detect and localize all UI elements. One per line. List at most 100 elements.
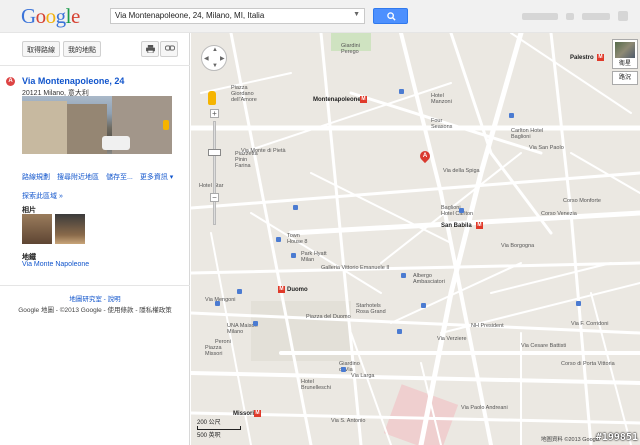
photo-thumbnail[interactable] xyxy=(55,214,85,244)
map-label: Via S. Antonio xyxy=(331,418,366,424)
poi-icon[interactable] xyxy=(341,367,346,372)
place-actions: 路線規劃 搜尋附近地區 儲存至... 更多資訊 ▾ xyxy=(22,172,173,182)
map-label: Duomo xyxy=(287,287,308,293)
map-label: Piazza Missori xyxy=(205,345,223,357)
footer-copyright[interactable]: Google 地圖 - ©2013 Google - 使用條款 - 隱私權政策 xyxy=(0,304,190,314)
poi-icon[interactable] xyxy=(421,303,426,308)
avatar[interactable] xyxy=(618,11,628,21)
map-label: Via della Spiga xyxy=(443,168,480,174)
poi-icon[interactable] xyxy=(459,208,464,213)
map-label: Starhotels Rosa Grand xyxy=(356,303,386,315)
map-canvas[interactable]: Giardini Perego Palestro M Piazza Giorda… xyxy=(191,33,640,445)
satellite-button[interactable]: 衛星 xyxy=(612,39,638,69)
zoom-slider-track[interactable] xyxy=(213,121,216,225)
footer-links[interactable]: 地圖研究室 - 說明 xyxy=(0,293,190,303)
scale-metric: 200 公尺 xyxy=(197,420,221,426)
chevron-down-icon[interactable]: ▼ xyxy=(353,11,360,18)
logo-letter: o xyxy=(35,4,47,28)
pan-up-icon[interactable]: ▲ xyxy=(212,47,218,53)
search-button[interactable] xyxy=(373,8,408,24)
metro-icon[interactable]: M xyxy=(476,222,483,229)
street-view-thumbnail[interactable] xyxy=(22,96,172,154)
transit-station-link[interactable]: Via Monte Napoleone xyxy=(22,261,89,268)
map-copyright[interactable]: 地圖資料 ©2013 Google xyxy=(541,435,600,443)
map-label: Via F. Corridoni xyxy=(571,321,609,327)
account-name[interactable] xyxy=(522,12,558,20)
account-area[interactable] xyxy=(522,11,628,21)
satellite-label: 衛星 xyxy=(618,61,631,67)
share-button[interactable] xyxy=(582,12,610,20)
metro-icon[interactable]: M xyxy=(597,54,604,61)
search-input-value: Via Montenapoleone, 24, Milano, MI, Ital… xyxy=(115,11,265,20)
metro-icon[interactable]: M xyxy=(278,286,285,293)
poi-icon[interactable] xyxy=(237,289,242,294)
map-label: Via Verziere xyxy=(437,336,467,342)
map-label: Montenapoleone xyxy=(313,97,361,103)
pegman-icon[interactable] xyxy=(208,91,216,105)
zoom-control[interactable]: + − xyxy=(208,109,221,237)
map-label: Hotel Brunelleschi xyxy=(301,379,331,391)
map-label: Corso Venezia xyxy=(541,211,577,217)
poi-icon[interactable] xyxy=(291,253,296,258)
map-label: Palestro xyxy=(570,55,594,61)
more-info-link[interactable]: 更多資訊 ▾ xyxy=(140,172,173,182)
poi-icon[interactable] xyxy=(293,205,298,210)
my-places-button[interactable]: 我的地點 xyxy=(63,41,101,57)
logo-letter: G xyxy=(21,4,36,28)
logo-letter: o xyxy=(45,4,57,28)
poi-icon[interactable] xyxy=(509,113,514,118)
poi-icon[interactable] xyxy=(215,301,220,306)
search-nearby-link[interactable]: 搜尋附近地區 xyxy=(57,172,99,182)
pan-left-icon[interactable]: ◀ xyxy=(204,55,209,62)
map-label: Piazzetta Pinin Farina xyxy=(235,151,258,169)
map-label: Via Borgogna xyxy=(501,243,535,249)
place-marker-icon[interactable]: A xyxy=(6,77,15,86)
pegman-icon xyxy=(163,120,169,130)
map-label: Hotel Manzoni xyxy=(431,93,452,105)
map-label: Via San Paolo xyxy=(529,145,564,151)
directions-link[interactable]: 路線規劃 xyxy=(22,172,50,182)
logo-letter: g xyxy=(55,4,67,28)
map-label: San Babila xyxy=(441,223,472,229)
pan-right-icon[interactable]: ▶ xyxy=(220,55,225,62)
divider xyxy=(0,285,190,286)
apps-icon[interactable] xyxy=(566,12,574,20)
map-type-control: 衛星 路況 xyxy=(612,39,638,85)
watermark: #199851 xyxy=(595,432,638,443)
street-view-building xyxy=(22,101,67,154)
link-button[interactable] xyxy=(160,41,178,57)
google-logo[interactable]: Google xyxy=(21,4,80,29)
poi-icon[interactable] xyxy=(401,273,406,278)
zoom-in-button[interactable]: + xyxy=(210,109,219,118)
map-label: Town House 8 xyxy=(287,233,308,245)
metro-icon[interactable]: M xyxy=(254,410,261,417)
poi-icon[interactable] xyxy=(399,89,404,94)
search-input[interactable]: Via Montenapoleone, 24, Milano, MI, Ital… xyxy=(110,8,365,24)
left-panel: 取得路線 我的地點 A Via Montenapoleone, 24 20121… xyxy=(0,33,190,445)
zoom-slider-knob[interactable] xyxy=(208,149,221,156)
map-label: Via Paolo Andreani xyxy=(461,405,508,411)
place-title[interactable]: Via Montenapoleone, 24 xyxy=(22,76,124,86)
pan-down-icon[interactable]: ▼ xyxy=(212,63,218,69)
zoom-out-button[interactable]: − xyxy=(210,193,219,202)
explore-area-link[interactable]: 探索此區域 » xyxy=(22,191,63,201)
map-label: Via Cesare Battisti xyxy=(521,343,567,349)
traffic-button[interactable]: 路況 xyxy=(612,71,638,85)
logo-letter: e xyxy=(71,4,80,28)
poi-icon[interactable] xyxy=(397,329,402,334)
poi-icon[interactable] xyxy=(576,301,581,306)
location-pin-icon[interactable]: A xyxy=(417,148,433,164)
map-label: Corso di Porta Vittoria xyxy=(561,361,615,367)
print-button[interactable] xyxy=(141,41,159,57)
get-directions-button[interactable]: 取得路線 xyxy=(22,41,60,57)
poi-icon[interactable] xyxy=(253,321,258,326)
panel-toolbar: 取得路線 我的地點 xyxy=(0,41,190,59)
pan-control[interactable]: ▲ ▼ ◀ ▶ xyxy=(201,45,227,71)
photo-thumbnail[interactable] xyxy=(22,214,52,244)
metro-icon[interactable]: M xyxy=(360,96,367,103)
poi-icon[interactable] xyxy=(276,237,281,242)
satellite-preview xyxy=(615,42,635,58)
save-to-link[interactable]: 儲存至... xyxy=(106,172,133,182)
print-icon xyxy=(146,45,155,54)
scale-imperial: 500 英呎 xyxy=(197,433,221,439)
